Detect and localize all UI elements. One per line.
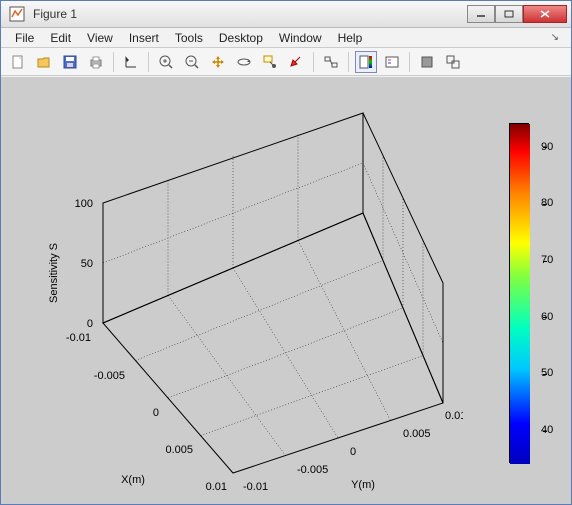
y-tick-0: -0.01 (243, 481, 268, 493)
show-plot-tools-button[interactable] (442, 51, 464, 73)
z-axis-label: Sensitivity S (48, 243, 60, 303)
x-axis-label: X(m) (121, 474, 145, 486)
colorbar-tick-90: 90 (541, 141, 565, 153)
figure-window: Figure 1 File Edit View Insert Tools Des… (0, 0, 572, 505)
save-button[interactable] (59, 51, 81, 73)
rotate3d-button[interactable] (233, 51, 255, 73)
y-tick-1: -0.005 (297, 464, 328, 476)
figure-canvas[interactable]: 0 50 100 Sensitivity S -0.01 -0.005 0 0.… (1, 77, 571, 504)
window-controls (467, 5, 567, 23)
zoom-out-button[interactable] (181, 51, 203, 73)
insert-legend-button[interactable] (381, 51, 403, 73)
x-tick-3: 0.005 (165, 444, 193, 456)
print-button[interactable] (85, 51, 107, 73)
menu-desktop[interactable]: Desktop (211, 29, 271, 47)
close-button[interactable] (523, 5, 567, 23)
toolbar (1, 48, 571, 76)
y-axis-label: Y(m) (351, 479, 375, 491)
menu-insert[interactable]: Insert (121, 29, 167, 47)
hide-plot-tools-button[interactable] (416, 51, 438, 73)
colorbar-ticks: 40 50 60 70 80 90 (529, 119, 547, 467)
insert-colorbar-button[interactable] (355, 51, 377, 73)
colorbar-tick-60: 60 (541, 311, 565, 323)
x-tick-4: 0.01 (206, 481, 227, 493)
z-tick-1: 50 (81, 258, 93, 270)
new-figure-button[interactable] (7, 51, 29, 73)
window-title: Figure 1 (29, 7, 467, 21)
data-cursor-button[interactable] (259, 51, 281, 73)
zoom-in-button[interactable] (155, 51, 177, 73)
z-tick-0: 0 (87, 318, 93, 330)
axes-3d[interactable]: 0 50 100 Sensitivity S -0.01 -0.005 0 0.… (13, 83, 559, 492)
menubar: File Edit View Insert Tools Desktop Wind… (1, 28, 571, 48)
colorbar-tick-50: 50 (541, 367, 565, 379)
x-tick-2: 0 (153, 407, 159, 419)
titlebar[interactable]: Figure 1 (1, 1, 571, 28)
menu-file[interactable]: File (7, 29, 42, 47)
menu-overflow-icon[interactable]: ↘ (545, 30, 565, 45)
menu-window[interactable]: Window (271, 29, 330, 47)
colorbar-tick-80: 80 (541, 197, 565, 209)
plot-3d-svg: 0 50 100 Sensitivity S -0.01 -0.005 0 0.… (33, 93, 463, 493)
app-icon (9, 6, 25, 22)
y-tick-3: 0.005 (403, 428, 431, 440)
x-tick-1: -0.005 (94, 370, 125, 382)
minimize-button[interactable] (467, 5, 495, 23)
pan-button[interactable] (207, 51, 229, 73)
colorbar-tick-70: 70 (541, 254, 565, 266)
menu-help[interactable]: Help (330, 29, 371, 47)
y-tick-2: 0 (350, 446, 356, 458)
colorbar-tick-40: 40 (541, 424, 565, 436)
brush-button[interactable] (285, 51, 307, 73)
maximize-button[interactable] (495, 5, 523, 23)
y-tick-4: 0.01 (445, 410, 463, 422)
z-tick-2: 100 (75, 198, 93, 210)
x-tick-0: -0.01 (66, 332, 91, 344)
menu-edit[interactable]: Edit (42, 29, 79, 47)
menu-tools[interactable]: Tools (167, 29, 211, 47)
edit-plot-button[interactable] (120, 51, 142, 73)
link-button[interactable] (320, 51, 342, 73)
open-button[interactable] (33, 51, 55, 73)
colorbar[interactable] (509, 123, 529, 463)
menu-view[interactable]: View (79, 29, 121, 47)
